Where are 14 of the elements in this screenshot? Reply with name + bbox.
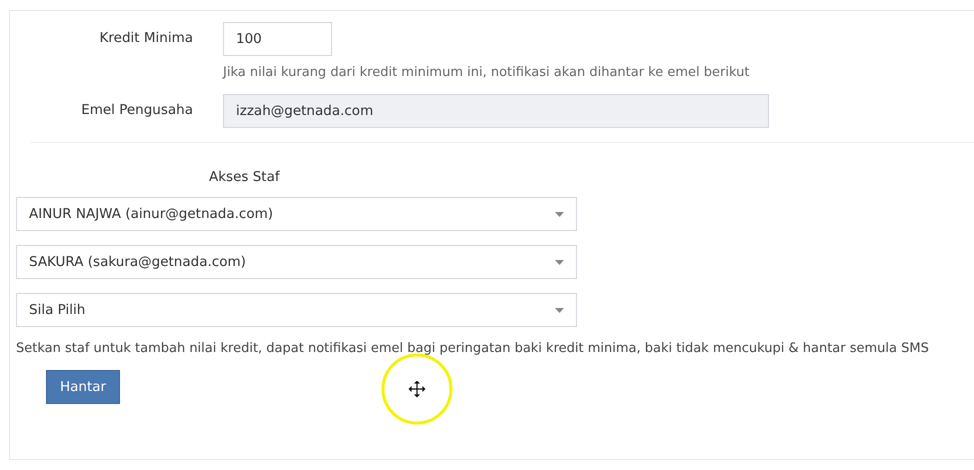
staff-select[interactable]: Sila Pilih bbox=[16, 293, 577, 327]
staff-select[interactable]: AINUR NAJWA (ainur@getnada.com) bbox=[16, 197, 577, 231]
section-title: Akses Staf bbox=[209, 169, 281, 185]
credit-input[interactable]: 100 bbox=[223, 22, 332, 56]
field-label: Emel Pengusaha bbox=[80, 101, 193, 118]
caret-icon bbox=[555, 260, 564, 264]
caret-icon bbox=[555, 212, 564, 216]
caret-icon bbox=[555, 308, 564, 312]
hint-text: Jika nilai kurang dari kredit minimum ini, notifikasi akan dihantar ke emel berikut bbox=[223, 65, 750, 80]
email-field[interactable]: izzah@getnada.com bbox=[223, 94, 769, 128]
submit-button[interactable]: Hantar bbox=[46, 370, 120, 404]
help-text: Setkan staf untuk tambah nilai kredit, dapat notifikasi emel bagi peringatan baki kredit minima, baki tidak mencukupi & hantar semula SMS bbox=[16, 341, 930, 356]
staff-select[interactable]: SAKURA (sakura@getnada.com) bbox=[16, 245, 577, 279]
field-label: Kredit Minima bbox=[98, 29, 193, 46]
